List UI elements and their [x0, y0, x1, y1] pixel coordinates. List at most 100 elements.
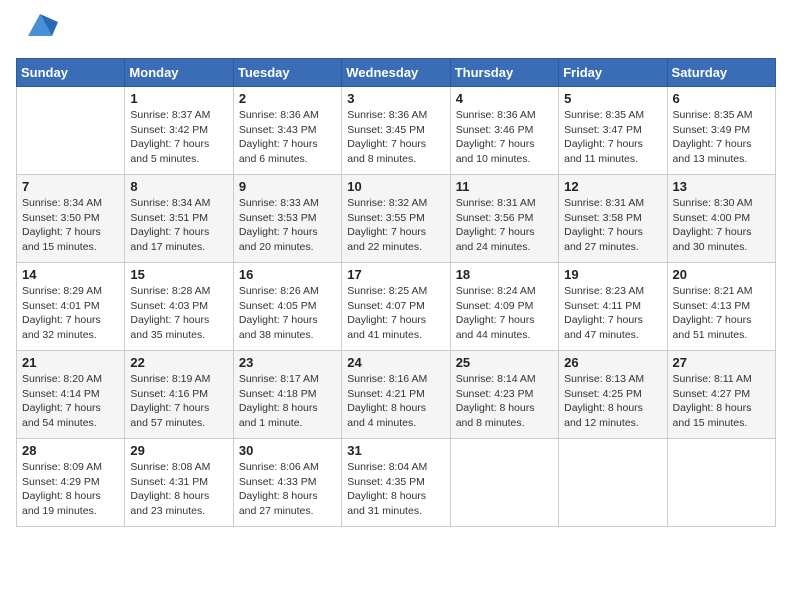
day-number: 21: [22, 355, 119, 370]
calendar-cell: [667, 439, 775, 527]
calendar-cell: 4 Sunrise: 8:36 AM Sunset: 3:46 PM Daylig…: [450, 87, 558, 175]
day-info: Sunrise: 8:16 AM Sunset: 4:21 PM Dayligh…: [347, 372, 444, 431]
day-info: Sunrise: 8:37 AM Sunset: 3:42 PM Dayligh…: [130, 108, 227, 167]
day-info: Sunrise: 8:13 AM Sunset: 4:25 PM Dayligh…: [564, 372, 661, 431]
day-info: Sunrise: 8:26 AM Sunset: 4:05 PM Dayligh…: [239, 284, 336, 343]
day-info: Sunrise: 8:23 AM Sunset: 4:11 PM Dayligh…: [564, 284, 661, 343]
col-header-tuesday: Tuesday: [233, 59, 341, 87]
day-number: 12: [564, 179, 661, 194]
calendar-cell: 30 Sunrise: 8:06 AM Sunset: 4:33 PM Dayli…: [233, 439, 341, 527]
day-number: 16: [239, 267, 336, 282]
calendar-cell: 10 Sunrise: 8:32 AM Sunset: 3:55 PM Dayli…: [342, 175, 450, 263]
day-number: 15: [130, 267, 227, 282]
calendar-cell: 2 Sunrise: 8:36 AM Sunset: 3:43 PM Daylig…: [233, 87, 341, 175]
day-number: 11: [456, 179, 553, 194]
day-info: Sunrise: 8:35 AM Sunset: 3:47 PM Dayligh…: [564, 108, 661, 167]
calendar-cell: 13Sunrise: 8:30 AM Sunset: 4:00 PM Dayli…: [667, 175, 775, 263]
calendar-cell: [559, 439, 667, 527]
day-info: Sunrise: 8:08 AM Sunset: 4:31 PM Dayligh…: [130, 460, 227, 519]
calendar-cell: 14Sunrise: 8:29 AM Sunset: 4:01 PM Dayli…: [17, 263, 125, 351]
day-number: 22: [130, 355, 227, 370]
day-number: 19: [564, 267, 661, 282]
day-info: Sunrise: 8:36 AM Sunset: 3:46 PM Dayligh…: [456, 108, 553, 167]
day-number: 23: [239, 355, 336, 370]
day-info: Sunrise: 8:24 AM Sunset: 4:09 PM Dayligh…: [456, 284, 553, 343]
calendar-header-row: SundayMondayTuesdayWednesdayThursdayFrid…: [17, 59, 776, 87]
calendar-cell: 18 Sunrise: 8:24 AM Sunset: 4:09 PM Dayli…: [450, 263, 558, 351]
day-info: Sunrise: 8:34 AM Sunset: 3:51 PM Dayligh…: [130, 196, 227, 255]
calendar-cell: 20 Sunrise: 8:21 AM Sunset: 4:13 PM Dayli…: [667, 263, 775, 351]
logo-icon: [18, 8, 58, 46]
day-info: Sunrise: 8:31 AM Sunset: 3:58 PM Dayligh…: [564, 196, 661, 255]
calendar-cell: 6Sunrise: 8:35 AM Sunset: 3:49 PM Daylig…: [667, 87, 775, 175]
day-number: 3: [347, 91, 444, 106]
calendar-cell: 17 Sunrise: 8:25 AM Sunset: 4:07 PM Dayli…: [342, 263, 450, 351]
day-info: Sunrise: 8:36 AM Sunset: 3:45 PM Dayligh…: [347, 108, 444, 167]
calendar-cell: 1 Sunrise: 8:37 AM Sunset: 3:42 PM Daylig…: [125, 87, 233, 175]
day-number: 26: [564, 355, 661, 370]
day-info: Sunrise: 8:21 AM Sunset: 4:13 PM Dayligh…: [673, 284, 770, 343]
day-number: 2: [239, 91, 336, 106]
calendar-cell: 3 Sunrise: 8:36 AM Sunset: 3:45 PM Daylig…: [342, 87, 450, 175]
calendar-cell: [17, 87, 125, 175]
calendar-cell: 26 Sunrise: 8:13 AM Sunset: 4:25 PM Dayli…: [559, 351, 667, 439]
calendar-cell: 28Sunrise: 8:09 AM Sunset: 4:29 PM Dayli…: [17, 439, 125, 527]
day-info: Sunrise: 8:32 AM Sunset: 3:55 PM Dayligh…: [347, 196, 444, 255]
col-header-friday: Friday: [559, 59, 667, 87]
day-number: 18: [456, 267, 553, 282]
day-info: Sunrise: 8:06 AM Sunset: 4:33 PM Dayligh…: [239, 460, 336, 519]
calendar-cell: 7Sunrise: 8:34 AM Sunset: 3:50 PM Daylig…: [17, 175, 125, 263]
col-header-thursday: Thursday: [450, 59, 558, 87]
calendar-cell: 31 Sunrise: 8:04 AM Sunset: 4:35 PM Dayli…: [342, 439, 450, 527]
calendar-cell: 12 Sunrise: 8:31 AM Sunset: 3:58 PM Dayli…: [559, 175, 667, 263]
day-number: 13: [673, 179, 770, 194]
col-header-sunday: Sunday: [17, 59, 125, 87]
day-info: Sunrise: 8:19 AM Sunset: 4:16 PM Dayligh…: [130, 372, 227, 431]
calendar-cell: [450, 439, 558, 527]
calendar-table: SundayMondayTuesdayWednesdayThursdayFrid…: [16, 58, 776, 527]
col-header-monday: Monday: [125, 59, 233, 87]
day-info: Sunrise: 8:25 AM Sunset: 4:07 PM Dayligh…: [347, 284, 444, 343]
page-header: [16, 16, 776, 46]
calendar-cell: 9 Sunrise: 8:33 AM Sunset: 3:53 PM Daylig…: [233, 175, 341, 263]
day-info: Sunrise: 8:33 AM Sunset: 3:53 PM Dayligh…: [239, 196, 336, 255]
col-header-wednesday: Wednesday: [342, 59, 450, 87]
day-number: 1: [130, 91, 227, 106]
day-info: Sunrise: 8:20 AM Sunset: 4:14 PM Dayligh…: [22, 372, 119, 431]
day-info: Sunrise: 8:29 AM Sunset: 4:01 PM Dayligh…: [22, 284, 119, 343]
day-number: 17: [347, 267, 444, 282]
calendar-cell: 8Sunrise: 8:34 AM Sunset: 3:51 PM Daylig…: [125, 175, 233, 263]
day-info: Sunrise: 8:17 AM Sunset: 4:18 PM Dayligh…: [239, 372, 336, 431]
calendar-week-3: 14Sunrise: 8:29 AM Sunset: 4:01 PM Dayli…: [17, 263, 776, 351]
day-number: 28: [22, 443, 119, 458]
day-number: 24: [347, 355, 444, 370]
calendar-week-5: 28Sunrise: 8:09 AM Sunset: 4:29 PM Dayli…: [17, 439, 776, 527]
day-info: Sunrise: 8:11 AM Sunset: 4:27 PM Dayligh…: [673, 372, 770, 431]
day-number: 31: [347, 443, 444, 458]
day-number: 25: [456, 355, 553, 370]
calendar-week-1: 1 Sunrise: 8:37 AM Sunset: 3:42 PM Daylig…: [17, 87, 776, 175]
day-info: Sunrise: 8:04 AM Sunset: 4:35 PM Dayligh…: [347, 460, 444, 519]
day-number: 7: [22, 179, 119, 194]
logo: [16, 16, 58, 46]
calendar-cell: 25 Sunrise: 8:14 AM Sunset: 4:23 PM Dayli…: [450, 351, 558, 439]
calendar-cell: 21 Sunrise: 8:20 AM Sunset: 4:14 PM Dayli…: [17, 351, 125, 439]
calendar-cell: 5Sunrise: 8:35 AM Sunset: 3:47 PM Daylig…: [559, 87, 667, 175]
calendar-week-2: 7Sunrise: 8:34 AM Sunset: 3:50 PM Daylig…: [17, 175, 776, 263]
day-info: Sunrise: 8:36 AM Sunset: 3:43 PM Dayligh…: [239, 108, 336, 167]
col-header-saturday: Saturday: [667, 59, 775, 87]
day-number: 30: [239, 443, 336, 458]
day-number: 27: [673, 355, 770, 370]
calendar-cell: 15 Sunrise: 8:28 AM Sunset: 4:03 PM Dayli…: [125, 263, 233, 351]
calendar-cell: 29Sunrise: 8:08 AM Sunset: 4:31 PM Dayli…: [125, 439, 233, 527]
calendar-cell: 24 Sunrise: 8:16 AM Sunset: 4:21 PM Dayli…: [342, 351, 450, 439]
calendar-cell: 11Sunrise: 8:31 AM Sunset: 3:56 PM Dayli…: [450, 175, 558, 263]
day-number: 9: [239, 179, 336, 194]
day-info: Sunrise: 8:35 AM Sunset: 3:49 PM Dayligh…: [673, 108, 770, 167]
day-info: Sunrise: 8:14 AM Sunset: 4:23 PM Dayligh…: [456, 372, 553, 431]
day-info: Sunrise: 8:28 AM Sunset: 4:03 PM Dayligh…: [130, 284, 227, 343]
day-number: 10: [347, 179, 444, 194]
calendar-cell: 27 Sunrise: 8:11 AM Sunset: 4:27 PM Dayli…: [667, 351, 775, 439]
day-number: 20: [673, 267, 770, 282]
day-number: 4: [456, 91, 553, 106]
